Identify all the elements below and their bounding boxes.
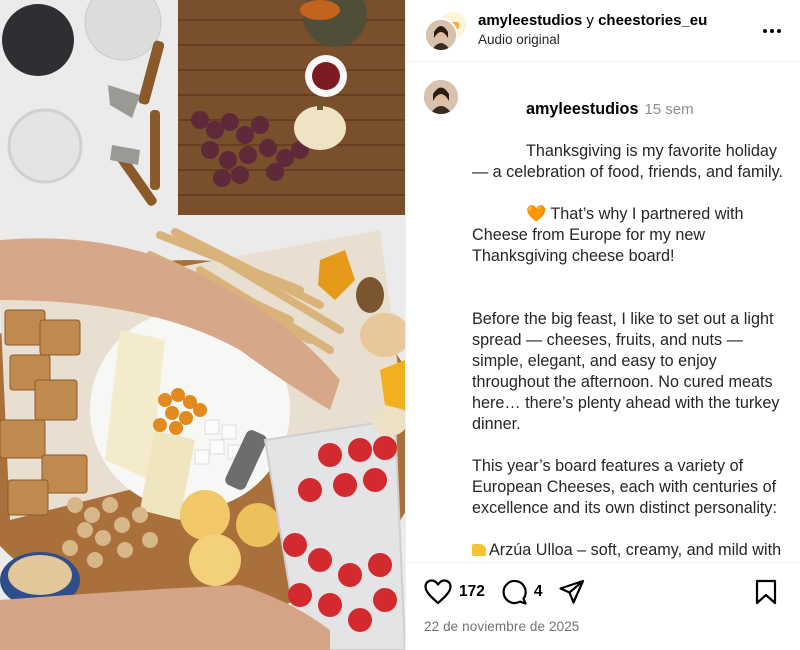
save-button[interactable]: [754, 579, 778, 605]
user1-link[interactable]: amyleestudios: [478, 12, 582, 29]
caption-paragraph-3: Before the big feast, I like to set out …: [472, 310, 784, 433]
user2-link[interactable]: cheestories_eu: [598, 12, 707, 29]
like-button[interactable]: 172: [424, 579, 485, 605]
comment-button[interactable]: 4: [501, 579, 543, 605]
caption-paragraph-4: This year’s board features a variety of …: [472, 457, 781, 517]
more-options-icon[interactable]: [758, 17, 786, 45]
collab-title: amyleestudios y cheestories_eu: [478, 12, 758, 31]
post-date[interactable]: 22 de noviembre de 2025: [424, 619, 784, 634]
caption-time[interactable]: 15 sem: [644, 101, 693, 118]
cheese-icon: [472, 544, 486, 556]
post-image[interactable]: [0, 0, 405, 650]
caption-area: amyleestudios 15 sem Thanksgiving is my f…: [406, 62, 800, 562]
conjunction-text: y: [586, 11, 594, 29]
collab-avatars[interactable]: [424, 9, 468, 52]
likes-count[interactable]: 172: [459, 583, 485, 601]
share-button[interactable]: [558, 579, 585, 605]
orange-heart-icon: 🧡: [525, 205, 547, 223]
comment-icon[interactable]: [501, 579, 527, 605]
share-icon[interactable]: [558, 579, 585, 605]
audio-link[interactable]: Audio original: [478, 32, 758, 49]
caption-paragraph-1: Thanksgiving is my favorite holiday — a …: [472, 142, 784, 181]
comments-count[interactable]: 4: [534, 583, 543, 601]
caption-body: amyleestudios 15 sem Thanksgiving is my f…: [472, 78, 784, 562]
caption-paragraph-2: That’s why I partnered with Cheese from …: [472, 205, 749, 265]
post-actions: 172 4 22 de noviembre de 2025: [406, 562, 800, 650]
caption-avatar[interactable]: [424, 80, 458, 114]
post-details-panel: amyleestudios y cheestories_eu Audio ori…: [405, 0, 800, 650]
caption-paragraph-5: Arzúa Ulloa – soft, creamy, and mild wit…: [489, 541, 782, 559]
heart-icon[interactable]: [424, 579, 452, 605]
bookmark-icon[interactable]: [754, 579, 778, 605]
cheese-board-photo: [0, 0, 405, 650]
post-header: amyleestudios y cheestories_eu Audio ori…: [406, 0, 800, 62]
amyleestudios-avatar[interactable]: [424, 17, 458, 52]
caption-username[interactable]: amyleestudios: [526, 100, 638, 118]
post-viewer: amyleestudios y cheestories_eu Audio ori…: [0, 0, 800, 650]
